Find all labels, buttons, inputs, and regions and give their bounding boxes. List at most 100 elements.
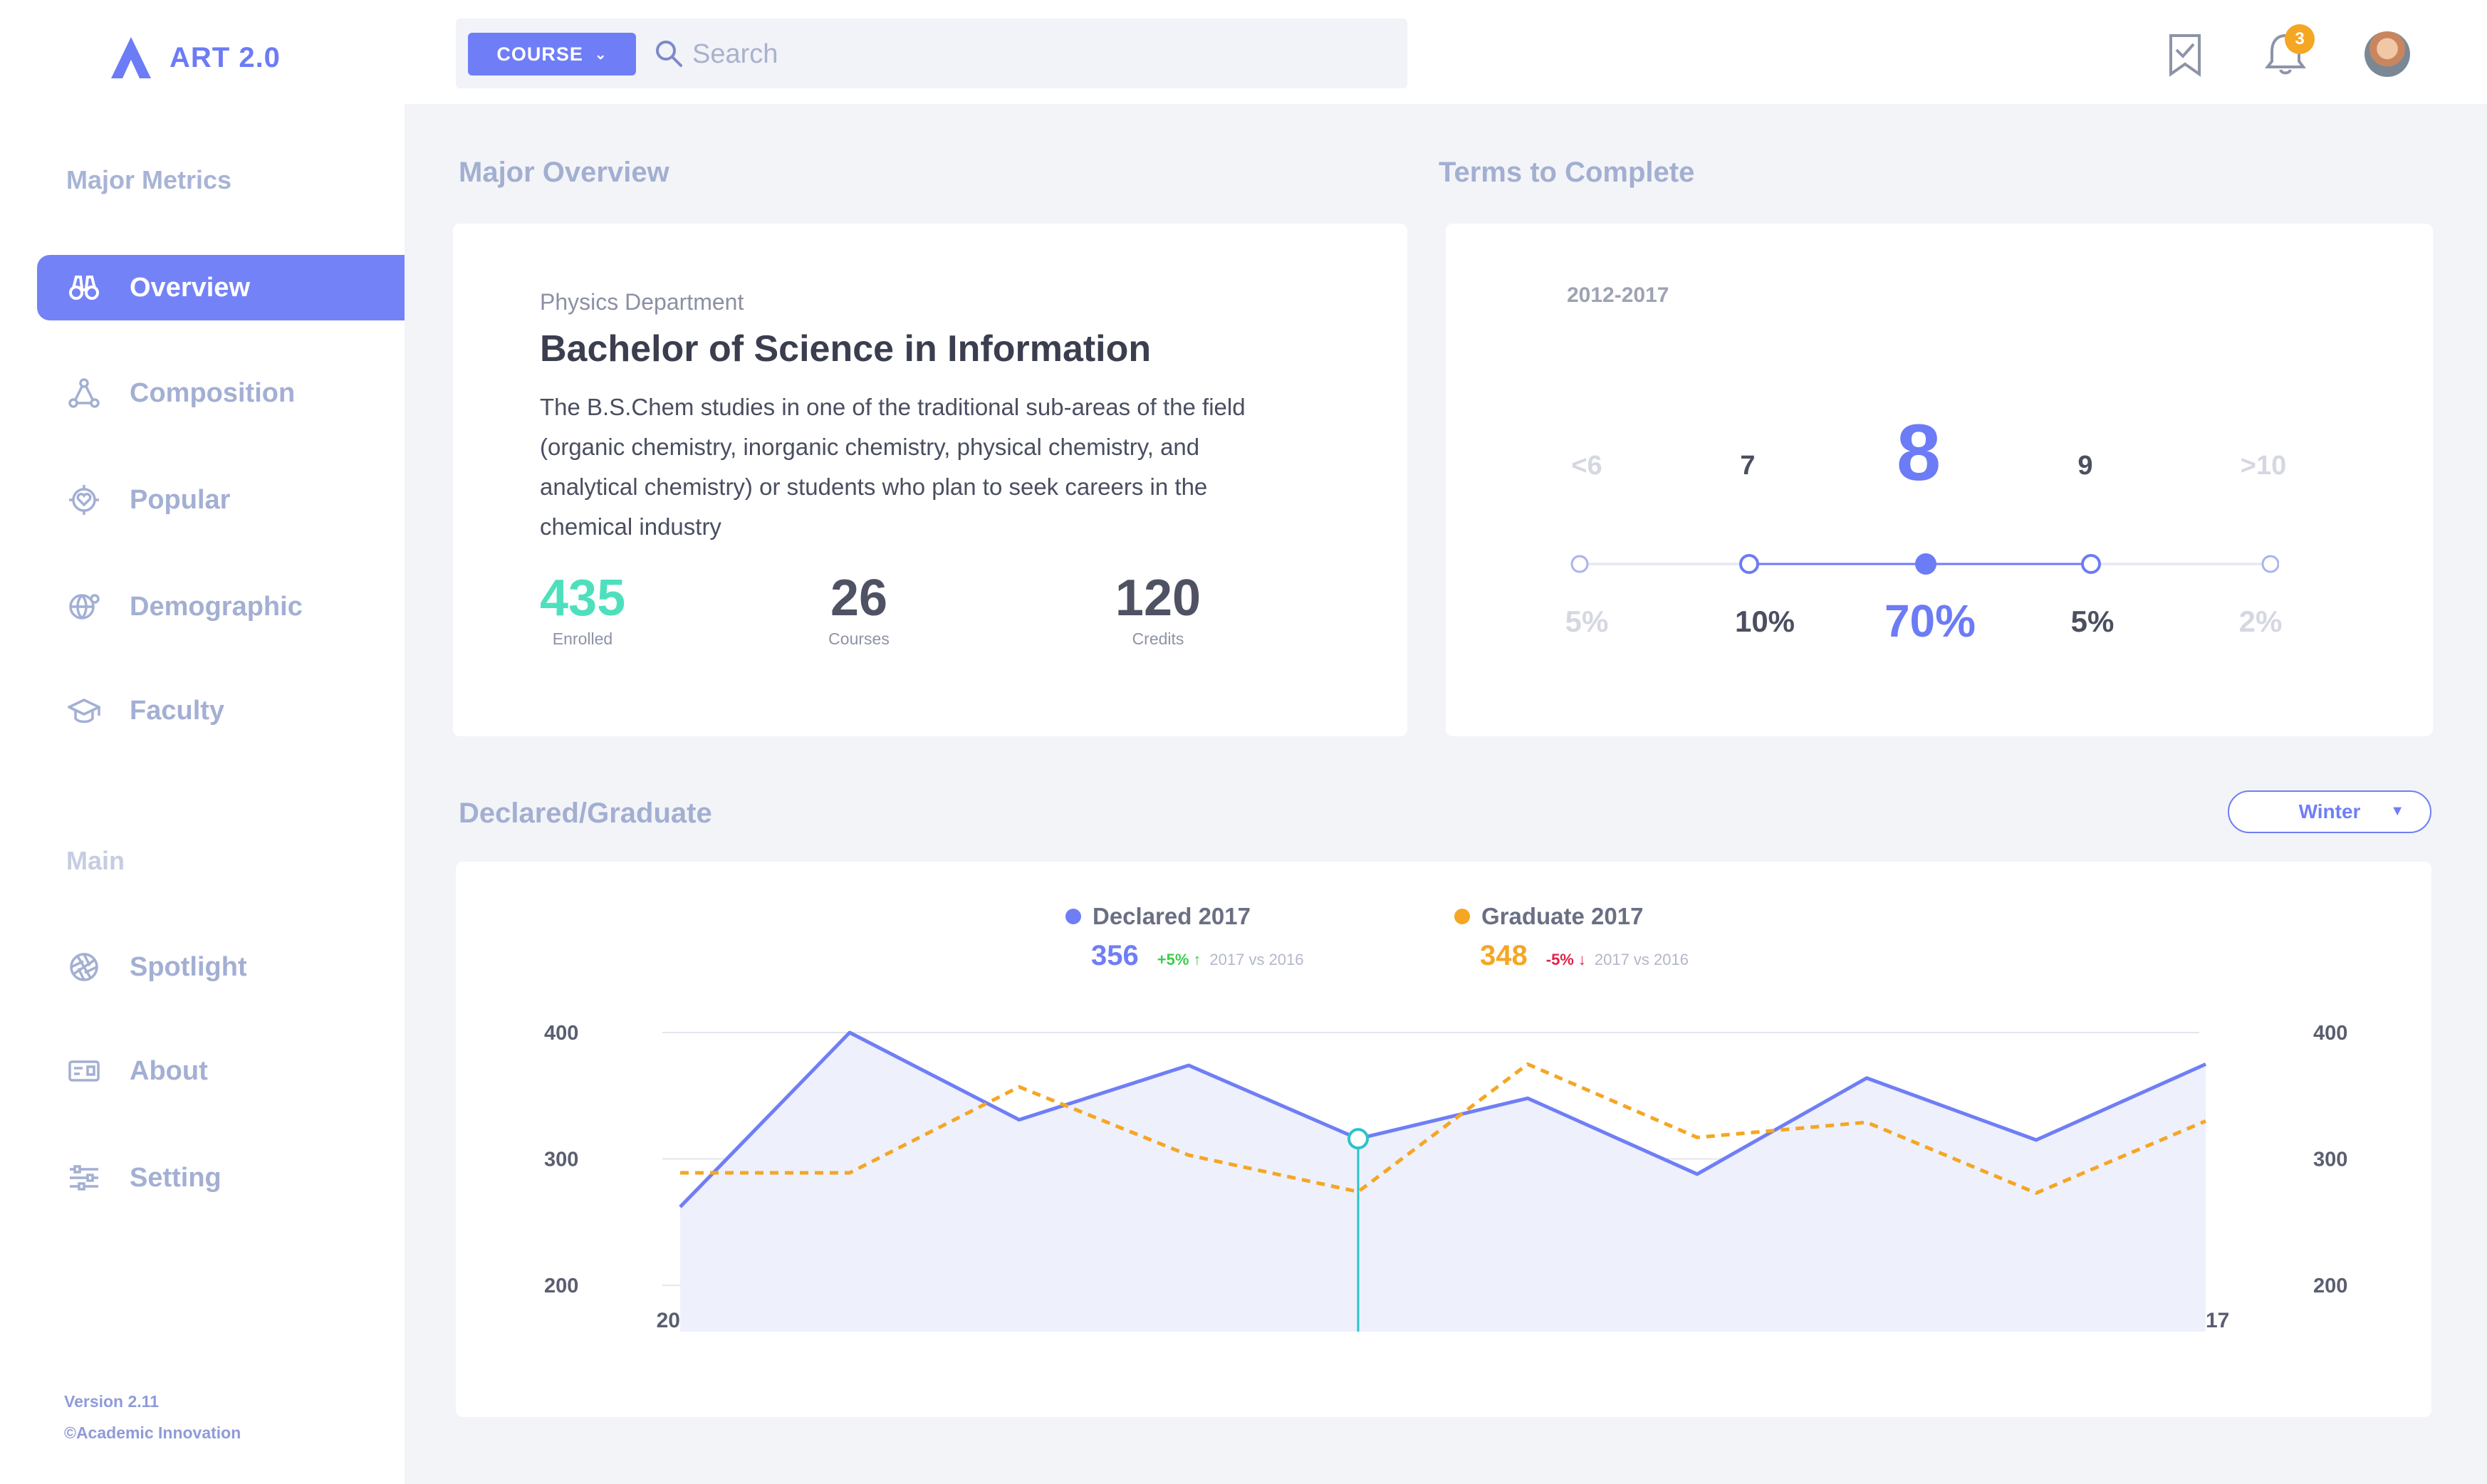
stat-value: 26 xyxy=(830,570,888,627)
course-button-label: COURSE xyxy=(496,43,583,65)
arrow-up-icon: ↑ xyxy=(1193,951,1201,968)
copyright-text: ©Academic Innovation xyxy=(64,1423,241,1442)
sidebar: ART 2.0 Major Metrics Overview Compositi… xyxy=(0,0,405,1484)
term-value-selected: 8 xyxy=(1896,408,1941,497)
term-percent: 5% xyxy=(1565,605,1609,638)
stat-label: Credits xyxy=(1132,629,1184,648)
sidebar-item-composition[interactable]: Composition xyxy=(37,360,405,426)
term-percent: 2% xyxy=(2238,605,2283,638)
stat-value: 120 xyxy=(1115,570,1201,627)
legend-change: +5% xyxy=(1157,951,1189,968)
caret-down-icon: ▼ xyxy=(2390,803,2404,819)
stat-label: Courses xyxy=(828,629,890,648)
season-dropdown-label: Winter xyxy=(2298,800,2361,822)
section-label-major-metrics: Major Metrics xyxy=(66,165,232,194)
legend-declared[interactable]: Declared 2017 356 +5% ↑ 2017 vs 2016 xyxy=(1065,903,1304,972)
major-overview-card: Physics Department Bachelor of Science i… xyxy=(453,224,1407,736)
stat-courses: 26 Courses xyxy=(816,570,902,649)
legend-compare: 2017 vs 2016 xyxy=(1209,951,1304,968)
avatar[interactable] xyxy=(2365,31,2410,77)
term-value: <6 xyxy=(1571,451,1602,481)
sliders-icon xyxy=(66,1159,103,1196)
terms-heading: Terms to Complete xyxy=(1439,157,1695,188)
term-percent: 10% xyxy=(1734,605,1795,638)
sidebar-item-demographic[interactable]: Demographic xyxy=(37,574,405,639)
slider-stop xyxy=(2081,554,2101,574)
app-logo[interactable]: ART 2.0 xyxy=(108,34,281,81)
legend-graduate[interactable]: Graduate 2017 348 -5% ↓ 2017 vs 2016 xyxy=(1454,903,1689,972)
search-input[interactable] xyxy=(692,33,1369,75)
logo-icon xyxy=(111,37,151,78)
course-dropdown-button[interactable]: COURSE ⌄ xyxy=(468,33,636,75)
stat-enrolled: 435 Enrolled xyxy=(540,570,625,649)
legend-name: Graduate 2017 xyxy=(1481,903,1644,929)
sidebar-item-label: Faculty xyxy=(130,695,225,726)
declared-graduate-heading: Declared/Graduate xyxy=(459,798,712,829)
nodes-icon xyxy=(66,375,103,412)
graduation-cap-icon xyxy=(66,692,103,729)
version-text: Version 2.11 xyxy=(64,1392,159,1411)
stat-value: 435 xyxy=(540,570,626,627)
term-value: 7 xyxy=(1740,451,1756,481)
sidebar-item-label: Spotlight xyxy=(130,951,247,982)
legend-name: Declared 2017 xyxy=(1093,903,1251,929)
target-heart-icon xyxy=(66,481,103,518)
globe-people-icon xyxy=(66,588,103,625)
sidebar-item-label: About xyxy=(130,1055,208,1086)
search-icon[interactable] xyxy=(654,38,684,68)
stat-label: Enrolled xyxy=(552,629,613,648)
aperture-icon xyxy=(66,949,103,986)
series-area-declared xyxy=(680,1033,2206,1332)
declared-graduate-chart-card: 4004003003002002002008200920102011201220… xyxy=(456,862,2431,1417)
degree-title: Bachelor of Science in Information xyxy=(540,328,1152,370)
sidebar-item-faculty[interactable]: Faculty xyxy=(37,678,405,743)
y-tick-label-right: 200 xyxy=(2313,1275,2347,1297)
term-value: 9 xyxy=(2077,451,2093,481)
sidebar-item-label: Setting xyxy=(130,1162,221,1193)
sidebar-item-overview[interactable]: Overview xyxy=(37,255,405,320)
arrow-down-icon: ↓ xyxy=(1578,951,1586,968)
line-chart: 4004003003002002002008200920102011201220… xyxy=(544,1022,2347,1332)
season-dropdown[interactable]: Winter ▼ xyxy=(2228,790,2431,833)
terms-range: 2012-2017 xyxy=(1567,283,1669,307)
search-bar: COURSE ⌄ xyxy=(456,19,1407,88)
bookmark-check-icon[interactable] xyxy=(2167,33,2204,77)
sidebar-item-setting[interactable]: Setting xyxy=(37,1145,405,1211)
y-tick-label-right: 400 xyxy=(2313,1022,2347,1045)
major-overview-heading: Major Overview xyxy=(459,157,669,188)
term-value: >10 xyxy=(2240,451,2287,481)
sidebar-item-label: Demographic xyxy=(130,591,303,622)
top-bar: COURSE ⌄ 3 xyxy=(405,0,2487,104)
highlight-point xyxy=(1347,1128,1369,1150)
y-tick-label-left: 400 xyxy=(544,1022,578,1045)
y-tick-label-left: 200 xyxy=(544,1275,578,1297)
degree-description: The B.S.Chem studies in one of the tradi… xyxy=(540,394,1246,540)
sidebar-item-label: Popular xyxy=(130,484,231,515)
legend-dot xyxy=(1065,909,1081,924)
slider-stop-selected xyxy=(1915,553,1936,575)
legend-compare: 2017 vs 2016 xyxy=(1594,951,1689,968)
legend-value: 356 xyxy=(1091,940,1139,971)
legend-dot xyxy=(1454,909,1470,924)
slider-stop xyxy=(1739,554,1759,574)
terms-card: 2012-2017 <6 7 8 9 >10 5% 10% 70% 5% 2% xyxy=(1446,224,2433,736)
sidebar-item-label: Overview xyxy=(130,272,250,303)
sidebar-item-spotlight[interactable]: Spotlight xyxy=(37,934,405,1000)
legend-value: 348 xyxy=(1480,940,1528,971)
y-tick-label-left: 300 xyxy=(544,1149,578,1171)
sidebar-item-popular[interactable]: Popular xyxy=(37,467,405,533)
sidebar-item-label: Composition xyxy=(130,377,296,408)
y-tick-label-right: 300 xyxy=(2313,1149,2347,1171)
sidebar-item-about[interactable]: About xyxy=(37,1038,405,1104)
notification-badge: 3 xyxy=(2285,24,2315,54)
term-percent: 5% xyxy=(2070,605,2115,638)
stat-credits: 120 Credits xyxy=(1108,570,1208,649)
chevron-down-icon: ⌄ xyxy=(594,46,608,63)
binoculars-icon xyxy=(66,269,103,306)
version-info: Version 2.11 ©Academic Innovation xyxy=(64,1386,241,1448)
legend-change: -5% xyxy=(1545,951,1574,968)
app-name: ART 2.0 xyxy=(170,41,281,73)
term-percent-selected: 70% xyxy=(1884,595,1976,647)
slider-stop xyxy=(1570,555,1589,573)
id-card-icon xyxy=(66,1052,103,1090)
